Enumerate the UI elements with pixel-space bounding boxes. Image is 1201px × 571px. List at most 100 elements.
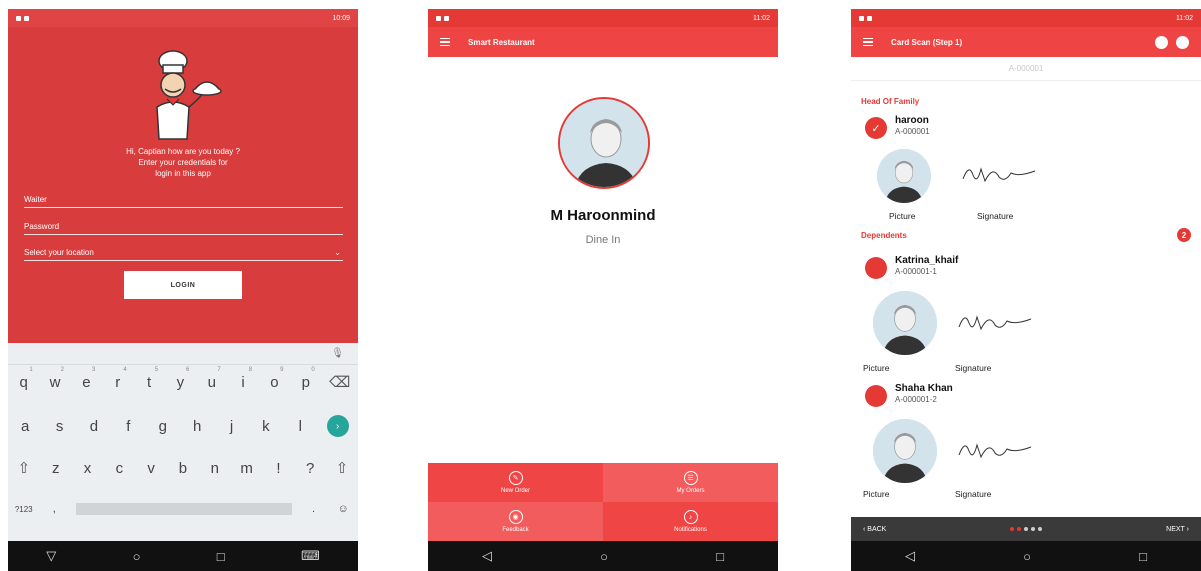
feedback-tile[interactable]: ◉ Feedback (428, 502, 603, 541)
tile-label: My Orders (676, 488, 705, 494)
checkbox-circle[interactable] (865, 257, 887, 279)
key-v[interactable]: v (143, 460, 159, 477)
scan-icon[interactable] (1155, 35, 1168, 49)
service-mode: Dine In (585, 234, 621, 246)
key-g[interactable]: g (155, 418, 171, 435)
chef-mascot-icon (156, 50, 222, 140)
key-k[interactable]: k (258, 418, 274, 435)
shift-icon[interactable]: ⇧ (16, 459, 32, 477)
key-hint: 6 (186, 366, 190, 373)
profile-icon[interactable] (1176, 35, 1189, 49)
comma-key[interactable]: , (46, 503, 62, 515)
waiter-field[interactable]: Waiter (24, 195, 343, 208)
key-hint: 2 (60, 366, 65, 373)
menu-icon[interactable] (440, 37, 450, 47)
soft-keyboard: 🎙 q 1 w 2 e 3 r 4 t 5 y 6 u 7 i 8 o 9 p 0 ⌫ a s d f g h j k l › ⇧ z x c v… (8, 343, 358, 541)
tile-label: Feedback (502, 527, 529, 533)
signature-image (958, 443, 1032, 459)
checkbox-circle[interactable] (865, 385, 887, 407)
key-?[interactable]: ? (302, 460, 318, 477)
location-select[interactable]: Select your location ⌄ (24, 248, 343, 261)
member-name: Katrina_khaif (895, 255, 959, 266)
feedback-icon: ◉ (508, 510, 523, 524)
key-h[interactable]: h (189, 418, 205, 435)
status-bar: 10:09 (8, 9, 358, 27)
status-time: 10:09 (332, 14, 350, 22)
period-key[interactable]: . (306, 503, 322, 515)
key-q[interactable]: q1 (16, 367, 33, 391)
suggestion-strip: 🎙 (8, 343, 358, 365)
key-e[interactable]: e3 (78, 367, 95, 391)
keyboard-row-4: ?123 , . ☺ (8, 503, 358, 515)
key-hint: 8 (248, 366, 253, 373)
emoji-icon[interactable]: ☺ (335, 503, 351, 515)
key-p[interactable]: p0 (298, 367, 315, 391)
back-button[interactable]: ‹ BACK (863, 526, 886, 533)
next-button[interactable]: NEXT › (1166, 526, 1189, 533)
user-avatar-icon (560, 99, 648, 187)
key-c[interactable]: c (111, 460, 127, 477)
signature-image (958, 315, 1032, 331)
key-i[interactable]: i8 (235, 367, 252, 391)
key-b[interactable]: b (175, 460, 191, 477)
key-d[interactable]: d (86, 418, 102, 435)
go-key-icon[interactable]: › (326, 415, 349, 437)
checkmark-icon[interactable]: ✓ (865, 117, 887, 139)
pager-dot (1010, 527, 1015, 531)
key-o[interactable]: o9 (266, 367, 283, 391)
back-nav-icon[interactable]: ◁ (482, 548, 492, 564)
home-nav-icon[interactable]: ○ (1023, 549, 1031, 564)
keyboard-row-3: ⇧ z x c v b n m!? ⇧ (8, 459, 358, 478)
member-picture (873, 291, 937, 355)
key-hint: 9 (280, 366, 284, 373)
member-picture (877, 149, 931, 203)
key-f[interactable]: f (120, 418, 136, 435)
backspace-icon[interactable]: ⌫ (329, 373, 350, 391)
shift-icon[interactable]: ⇧ (334, 459, 350, 477)
back-nav-icon[interactable]: ▽ (46, 548, 56, 564)
dependent-member: Shaha Khan A-000001-2 Picture Signature (863, 383, 1189, 509)
key-u[interactable]: u7 (204, 367, 221, 391)
key-s[interactable]: s (52, 418, 68, 435)
key-t[interactable]: t5 (141, 367, 158, 391)
greeting-line: Enter your credentials for (138, 158, 228, 167)
numbers-key[interactable]: ?123 (15, 505, 33, 514)
tile-label: New Order (500, 488, 530, 494)
key-y[interactable]: y6 (172, 367, 190, 391)
key-j[interactable]: j (224, 418, 240, 435)
new-order-tile[interactable]: ✎ New Order (428, 463, 603, 502)
keyboard-switch-icon[interactable]: ⌨ (301, 548, 320, 564)
login-button[interactable]: LOGIN (124, 271, 242, 299)
microphone-icon[interactable]: 🎙 (331, 348, 344, 359)
key-w[interactable]: w2 (47, 367, 64, 391)
pager-dot (1031, 527, 1036, 531)
home-nav-icon[interactable]: ○ (600, 549, 608, 564)
key-a[interactable]: a (17, 418, 33, 435)
key-z[interactable]: z (48, 460, 64, 477)
system-nav-bar: ◁ ○ □ (851, 541, 1201, 571)
key-m[interactable]: m (239, 460, 255, 477)
notifications-tile[interactable]: ♪ Notifications (603, 502, 778, 541)
member-name: Shaha Khan (895, 383, 953, 394)
recents-nav-icon[interactable]: □ (1139, 549, 1147, 564)
spacebar[interactable] (75, 503, 292, 515)
recents-nav-icon[interactable]: □ (217, 549, 225, 564)
home-screen: 11:02 Smart Restaurant M Haroonmind Dine… (428, 9, 778, 571)
home-nav-icon[interactable]: ○ (133, 549, 141, 564)
menu-icon[interactable] (863, 37, 873, 47)
my-orders-tile[interactable]: ☰ My Orders (603, 463, 778, 502)
key-![interactable]: ! (270, 460, 286, 477)
back-nav-icon[interactable]: ◁ (905, 548, 915, 564)
key-hint: 7 (217, 366, 221, 373)
password-field[interactable]: Password (24, 222, 343, 235)
greeting-line: login in this app (155, 169, 211, 178)
key-n[interactable]: n (207, 460, 223, 477)
step-pager (1010, 527, 1043, 531)
key-l[interactable]: l (292, 418, 308, 435)
member-id: A-000001 (895, 127, 930, 136)
key-r[interactable]: r4 (110, 367, 127, 391)
key-x[interactable]: x (80, 460, 96, 477)
card-number-field[interactable]: A-000001 (851, 57, 1201, 81)
recents-nav-icon[interactable]: □ (716, 549, 724, 564)
signature-label: Signature (977, 211, 1014, 221)
